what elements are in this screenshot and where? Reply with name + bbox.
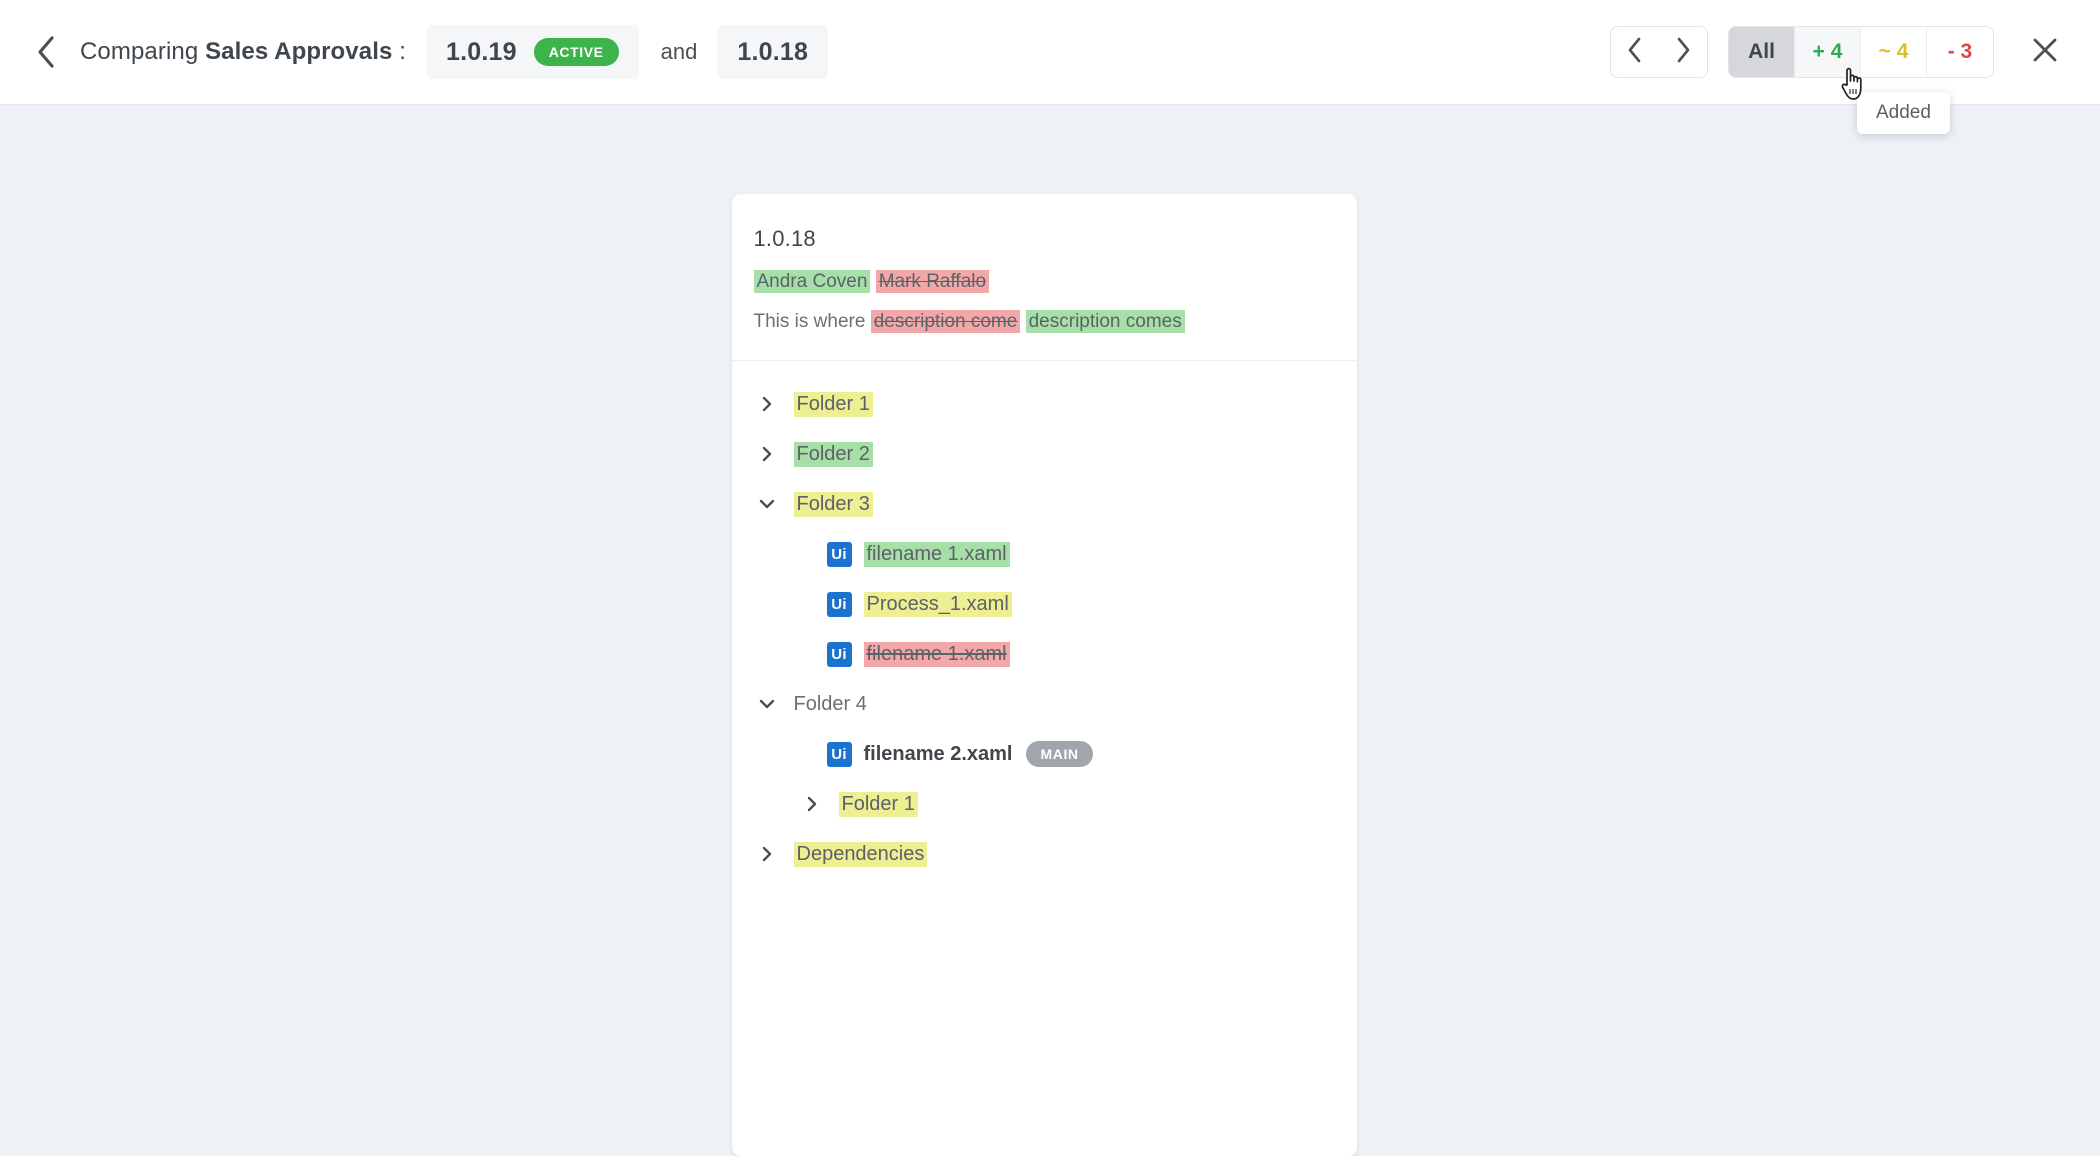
next-change-button[interactable] — [1659, 27, 1707, 77]
previous-change-button[interactable] — [1611, 27, 1659, 77]
version-right-number: 1.0.18 — [737, 38, 808, 67]
tree-node-label: Folder 3 — [794, 492, 873, 517]
filter-added[interactable]: + 4 — [1795, 27, 1861, 77]
page-title-suffix: : — [392, 38, 406, 65]
tree-row[interactable]: Ui filename 1.xaml — [732, 529, 1357, 579]
author-added: Andra Coven — [754, 270, 871, 293]
chevron-left-icon — [1627, 37, 1643, 68]
tree-row[interactable]: Folder 2 — [732, 429, 1357, 479]
description-removed: description come — [871, 310, 1021, 333]
diff-card: 1.0.18 Andra Coven Mark Raffalo This is … — [732, 194, 1357, 1156]
main-content: 1.0.18 Andra Coven Mark Raffalo This is … — [0, 105, 2100, 1156]
page-title: Comparing Sales Approvals : — [80, 38, 406, 66]
main-badge: MAIN — [1026, 741, 1092, 767]
tree-node-label: Folder 1 — [839, 792, 918, 817]
filter-all[interactable]: All — [1729, 27, 1795, 77]
version-left-pill[interactable]: 1.0.19 ACTIVE — [426, 25, 639, 79]
author-removed: Mark Raffalo — [876, 270, 989, 293]
tree-node-label: filename 1.xaml — [864, 642, 1010, 667]
close-button[interactable] — [2016, 23, 2074, 81]
diff-filter-group: All + 4 ~ 4 - 3 — [1728, 26, 1994, 78]
tree-node-label: Dependencies — [794, 842, 928, 867]
ui-file-icon: Ui — [827, 592, 852, 617]
tree-node-label: Folder 1 — [794, 392, 873, 417]
diff-card-header: 1.0.18 Andra Coven Mark Raffalo This is … — [732, 194, 1357, 361]
back-button[interactable] — [22, 28, 70, 76]
tree-row[interactable]: Ui Process_1.xaml — [732, 579, 1357, 629]
version-right-pill[interactable]: 1.0.18 — [717, 25, 828, 79]
description-diff-row: This is where description come descripti… — [754, 308, 1335, 337]
authors-diff-row: Andra Coven Mark Raffalo — [754, 268, 1335, 296]
tree-row[interactable]: Folder 4 — [732, 679, 1357, 729]
navigation-group — [1610, 26, 1708, 78]
tree-node-label: Folder 4 — [794, 693, 867, 716]
tree-row[interactable]: Ui filename 2.xaml MAIN — [732, 729, 1357, 779]
chevron-right-icon[interactable] — [799, 791, 825, 817]
tree-row[interactable]: Folder 1 — [732, 379, 1357, 429]
tree-row[interactable]: Folder 3 — [732, 479, 1357, 529]
tree-node-label: Process_1.xaml — [864, 592, 1012, 617]
tree-node-label: filename 1.xaml — [864, 542, 1010, 567]
tree-row[interactable]: Folder 1 — [732, 779, 1357, 829]
ui-file-icon: Ui — [827, 542, 852, 567]
tree-node-label: filename 2.xaml — [864, 743, 1013, 766]
version-left-number: 1.0.19 — [446, 38, 517, 67]
chevron-right-icon[interactable] — [754, 841, 780, 867]
chevron-left-icon — [35, 35, 57, 69]
description-added: description comes — [1026, 310, 1185, 333]
description-static: This is where — [754, 311, 866, 332]
ui-file-icon: Ui — [827, 742, 852, 767]
chevron-down-icon[interactable] — [754, 491, 780, 517]
page-title-prefix: Comparing — [80, 38, 205, 65]
card-version-label: 1.0.18 — [754, 226, 1335, 252]
tree-node-label: Folder 2 — [794, 442, 873, 467]
tree-row[interactable]: Dependencies — [732, 829, 1357, 879]
file-tree: Folder 1 Folder 2 Folder 3 — [732, 361, 1357, 909]
chevron-right-icon — [1675, 37, 1691, 68]
ui-file-icon: Ui — [827, 642, 852, 667]
page-title-name: Sales Approvals — [205, 38, 392, 65]
filter-removed[interactable]: - 3 — [1927, 27, 1993, 77]
tree-row[interactable]: Ui filename 1.xaml — [732, 629, 1357, 679]
conjunction-label: and — [661, 39, 698, 65]
chevron-right-icon[interactable] — [754, 441, 780, 467]
filter-modified[interactable]: ~ 4 — [1861, 27, 1927, 77]
close-icon — [2030, 35, 2060, 70]
status-badge-active: ACTIVE — [534, 38, 619, 66]
app-header: Comparing Sales Approvals : 1.0.19 ACTIV… — [0, 0, 2100, 105]
tooltip-added: Added — [1857, 92, 1950, 134]
chevron-down-icon[interactable] — [754, 691, 780, 717]
chevron-right-icon[interactable] — [754, 391, 780, 417]
